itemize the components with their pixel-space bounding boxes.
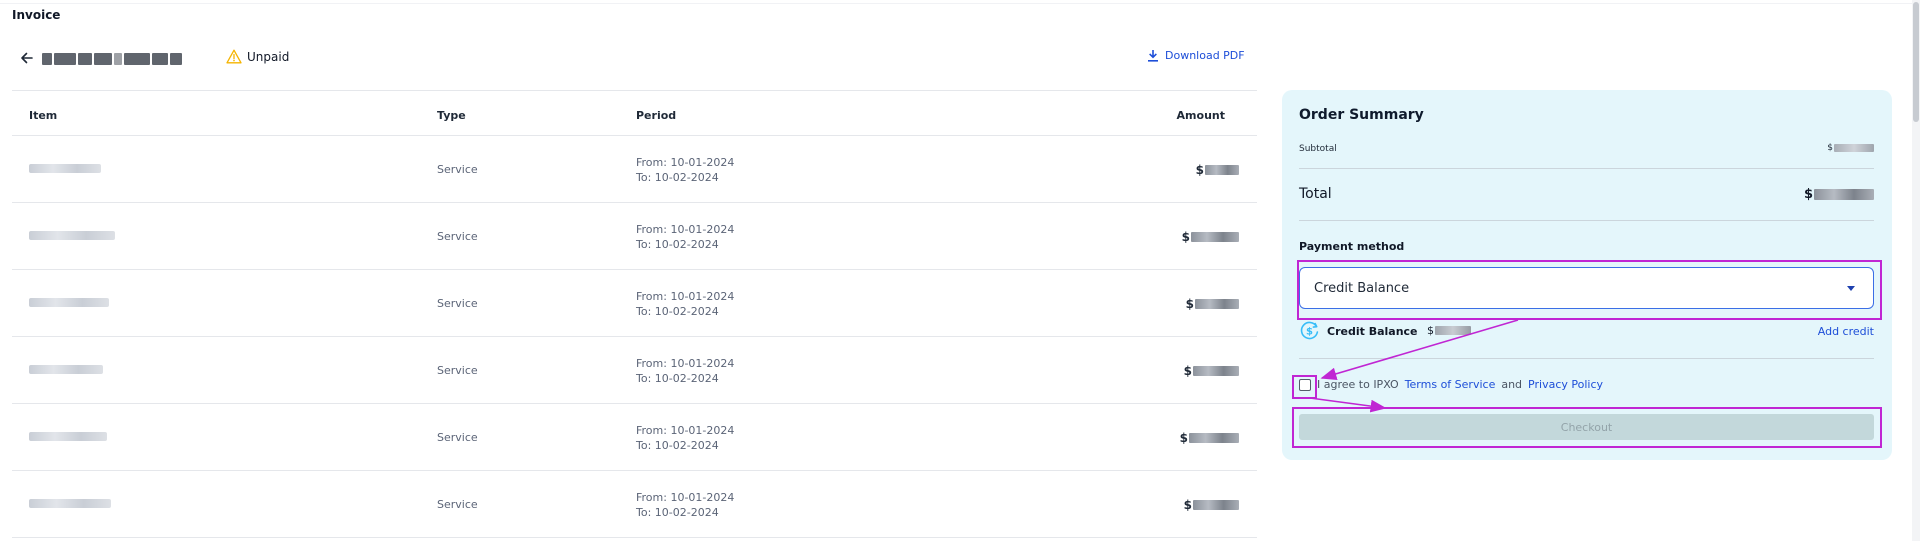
currency-symbol: $ [1827,143,1833,153]
table-row: Service From: 10-01-2024 To: 10-02-2024 … [12,404,1257,471]
item-period: From: 10-01-2024 To: 10-02-2024 [636,289,734,319]
terms-of-service-link[interactable]: Terms of Service [1405,378,1496,391]
period-to: To: 10-02-2024 [636,506,719,519]
table-row: Service From: 10-01-2024 To: 10-02-2024 … [12,337,1257,404]
item-amount: $ [1196,163,1239,177]
column-header-period: Period [636,109,677,122]
currency-symbol: $ [1427,324,1434,337]
payment-method-label: Payment method [1299,240,1405,253]
order-summary-title: Order Summary [1299,107,1424,123]
currency-symbol: $ [1179,431,1188,445]
item-period: From: 10-01-2024 To: 10-02-2024 [636,490,734,520]
and-text: and [1501,378,1523,391]
table-row: Service From: 10-01-2024 To: 10-02-2024 … [12,471,1257,538]
currency-symbol: $ [1181,230,1190,244]
credit-balance-row: $ Credit Balance $ Add credit [1299,320,1874,342]
item-name-redacted [29,431,107,442]
payment-method-select[interactable]: Credit Balance [1299,267,1874,309]
scrollbar-thumb[interactable] [1913,2,1919,122]
item-amount: $ [1182,230,1239,244]
period-from: From: 10-01-2024 [636,156,735,169]
item-amount: $ [1184,498,1239,512]
item-amount: $ [1180,431,1239,445]
download-pdf-label: Download PDF [1165,49,1245,62]
table-header: Item Type Period Amount [12,90,1257,136]
page-scrollbar[interactable] [1912,0,1920,541]
period-from: From: 10-01-2024 [636,491,735,504]
item-period: From: 10-01-2024 To: 10-02-2024 [636,356,734,386]
credit-balance-label: Credit Balance [1327,325,1418,338]
column-header-item: Item [29,109,58,122]
period-to: To: 10-02-2024 [636,372,719,385]
period-to: To: 10-02-2024 [636,305,719,318]
period-from: From: 10-01-2024 [636,424,735,437]
download-icon [1148,49,1158,62]
item-period: From: 10-01-2024 To: 10-02-2024 [636,222,734,252]
order-summary-panel: Order Summary Subtotal $ Total $ Payment… [1282,90,1892,460]
terms-agreement-checkbox[interactable] [1299,378,1311,391]
invoice-number-redacted [42,50,202,65]
total-value: $ [1804,187,1874,202]
period-from: From: 10-01-2024 [636,290,735,303]
item-amount: $ [1186,297,1239,311]
column-header-type: Type [437,109,466,122]
terms-agreement-row: I agree to IPXO Terms of Service and Pri… [1299,378,1603,391]
period-to: To: 10-02-2024 [636,171,719,184]
item-type: Service [437,230,478,243]
item-name-redacted [29,498,111,509]
currency-symbol: $ [1185,297,1194,311]
divider [1299,168,1874,169]
add-credit-link[interactable]: Add credit [1818,325,1874,338]
item-type: Service [437,297,478,310]
currency-symbol: $ [1803,187,1813,202]
page-title: Invoice [12,8,61,22]
item-type: Service [437,163,478,176]
period-from: From: 10-01-2024 [636,223,735,236]
item-period: From: 10-01-2024 To: 10-02-2024 [636,423,734,453]
item-type: Service [437,498,478,511]
item-name-redacted [29,230,115,241]
period-to: To: 10-02-2024 [636,238,719,251]
warning-icon [226,49,242,64]
currency-symbol: $ [1183,498,1192,512]
privacy-policy-link[interactable]: Privacy Policy [1528,378,1603,391]
top-divider [0,3,1920,4]
table-row: Service From: 10-01-2024 To: 10-02-2024 … [12,136,1257,203]
item-type: Service [437,431,478,444]
item-name-redacted [29,297,109,308]
subtotal-label: Subtotal [1299,144,1337,154]
period-to: To: 10-02-2024 [636,439,719,452]
invoice-items-table: Item Type Period Amount Service From: 10… [12,90,1257,538]
item-amount: $ [1184,364,1239,378]
checkout-button[interactable]: Checkout [1299,414,1874,440]
item-type: Service [437,364,478,377]
currency-symbol: $ [1183,364,1192,378]
item-name-redacted [29,364,103,375]
total-label: Total [1299,186,1332,202]
divider [1299,358,1874,359]
status-badge: Unpaid [226,49,289,64]
status-label: Unpaid [247,49,290,64]
chevron-down-icon [1847,286,1855,291]
credit-balance-icon: $ [1300,321,1319,340]
divider [1299,220,1874,221]
column-header-amount: Amount [1176,109,1225,122]
back-arrow-icon[interactable] [19,50,35,66]
currency-symbol: $ [1195,163,1204,177]
download-pdf-link[interactable]: Download PDF [1147,49,1245,62]
item-period: From: 10-01-2024 To: 10-02-2024 [636,155,734,185]
credit-balance-value: $ [1427,324,1471,337]
period-from: From: 10-01-2024 [636,357,735,370]
item-name-redacted [29,163,101,174]
table-row: Service From: 10-01-2024 To: 10-02-2024 … [12,203,1257,270]
table-row: Service From: 10-01-2024 To: 10-02-2024 … [12,270,1257,337]
payment-method-value: Credit Balance [1314,281,1410,296]
svg-text:$: $ [1306,327,1313,338]
agree-text: I agree to IPXO [1317,378,1399,391]
subtotal-value: $ [1827,143,1874,153]
